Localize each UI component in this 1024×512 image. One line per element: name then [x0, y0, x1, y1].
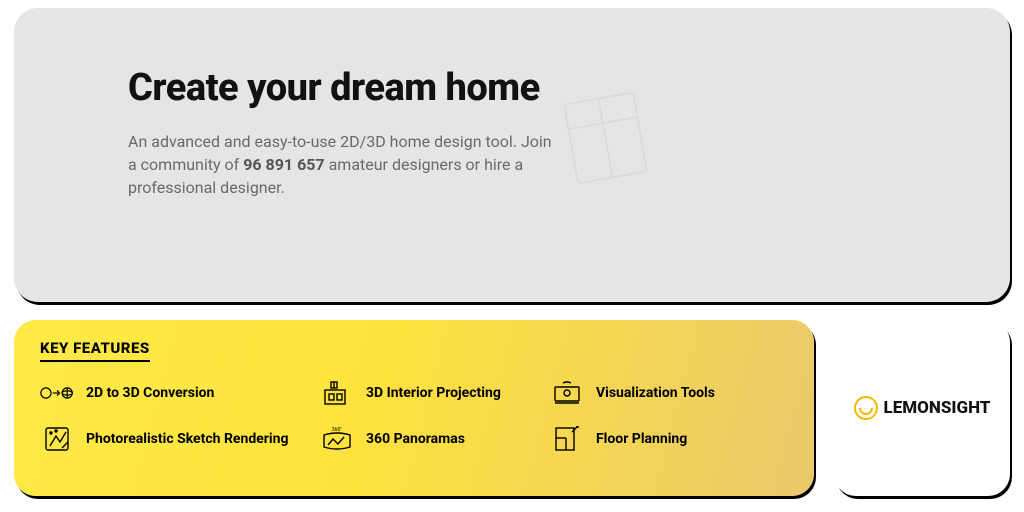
panorama-icon: 360° [320, 426, 354, 452]
conversion-icon [40, 380, 74, 406]
feature-label: Photorealistic Sketch Rendering [86, 431, 288, 447]
brand-logo-icon [854, 396, 878, 420]
feature-item: 360° 360 Panoramas [320, 426, 550, 452]
feature-item: 2D to 3D Conversion [40, 380, 320, 406]
features-card: KEY FEATURES 2D to 3D Conversion 3D Inte… [14, 320, 814, 496]
watermark-icon [551, 71, 659, 199]
feature-item: Visualization Tools [550, 380, 770, 406]
feature-label: 2D to 3D Conversion [86, 385, 214, 401]
brand-name: LEMONSIGHT [884, 398, 991, 418]
floorplan-icon [550, 426, 584, 452]
feature-label: 3D Interior Projecting [366, 385, 501, 401]
feature-item: 3D Interior Projecting [320, 380, 550, 406]
features-heading: KEY FEATURES [40, 339, 150, 362]
feature-label: Visualization Tools [596, 385, 715, 401]
interior-icon [320, 380, 354, 406]
svg-text:360°: 360° [332, 427, 342, 433]
feature-label: 360 Panoramas [366, 431, 465, 447]
feature-item: Floor Planning [550, 426, 770, 452]
feature-item: Photorealistic Sketch Rendering [40, 426, 320, 452]
visualization-icon [550, 380, 584, 406]
hero-card: Create your dream home An advanced and e… [14, 8, 1010, 302]
brand-card: LEMONSIGHT [834, 320, 1010, 496]
sketch-icon [40, 426, 74, 452]
hero-subtitle: An advanced and easy-to-use 2D/3D home d… [128, 130, 558, 200]
feature-label: Floor Planning [596, 431, 687, 447]
